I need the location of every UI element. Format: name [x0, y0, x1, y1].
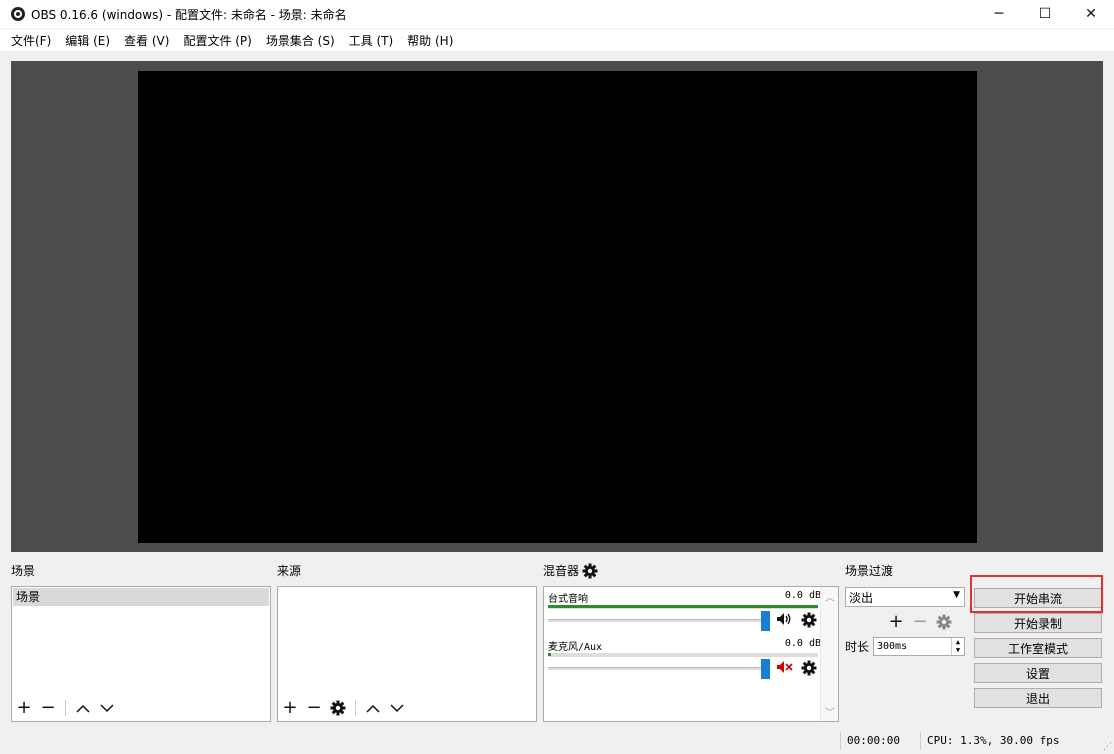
channel-db: 0.0 dB	[784, 590, 821, 601]
scenes-panel: 场景 + −	[11, 586, 271, 722]
menu-file[interactable]: 文件(F)	[4, 32, 58, 49]
menu-view[interactable]: 查看 (V)	[117, 32, 176, 49]
dropdown-arrow-icon: ▼	[953, 590, 960, 600]
spin-buttons[interactable]: ▲ ▼	[951, 638, 964, 655]
volume-slider[interactable]	[548, 667, 764, 670]
settings-button[interactable]: 设置	[974, 663, 1102, 683]
studio-mode-button[interactable]: 工作室模式	[974, 638, 1102, 658]
gear-icon[interactable]	[328, 698, 348, 718]
status-cpu-fps: CPU: 1.3%, 30.00 fps	[927, 734, 1060, 747]
mixer-scrollbar[interactable]: ︿ ﹀	[820, 587, 838, 721]
volume-meter	[548, 653, 818, 657]
resize-grip-icon[interactable]: ⋰	[1103, 742, 1112, 752]
window-title: OBS 0.16.6 (windows) - 配置文件: 未命名 - 场景: 未…	[31, 7, 347, 22]
duration-spinbox[interactable]: 300ms ▲ ▼	[873, 637, 965, 656]
channel-db: 0.0 dB	[784, 638, 821, 649]
menu-tools[interactable]: 工具 (T)	[342, 32, 401, 49]
sources-title: 来源	[277, 564, 302, 578]
volume-meter	[548, 605, 818, 609]
obs-logo-icon	[11, 7, 25, 21]
plus-icon[interactable]: +	[280, 698, 300, 718]
highlight-annotation	[970, 575, 1103, 613]
volume-slider-handle[interactable]	[761, 611, 770, 631]
toolbar-separator	[65, 700, 66, 716]
scroll-down-icon[interactable]: ﹀	[825, 704, 835, 719]
chevron-down-icon[interactable]	[97, 698, 117, 718]
gear-icon[interactable]	[801, 660, 817, 679]
minimize-button[interactable]: ─	[976, 0, 1022, 28]
channel-name: 台式音响	[548, 594, 588, 605]
minus-icon[interactable]: −	[38, 698, 58, 718]
sources-panel: + −	[277, 586, 537, 722]
sources-toolbar: + −	[280, 697, 407, 719]
mixer-title-row: 混音器	[543, 562, 598, 579]
duration-label: 时长	[845, 640, 870, 654]
exit-button[interactable]: 退出	[974, 688, 1102, 708]
scroll-up-icon[interactable]: ︿	[825, 589, 835, 604]
toolbar-separator	[355, 700, 356, 716]
speaker-icon[interactable]	[776, 612, 793, 629]
volume-slider-handle[interactable]	[761, 659, 770, 679]
gear-icon[interactable]	[934, 612, 954, 632]
start-recording-button[interactable]: 开始录制	[974, 613, 1102, 633]
menu-scene-collection[interactable]: 场景集合 (S)	[259, 32, 342, 49]
preview-canvas[interactable]	[138, 71, 977, 543]
minus-icon[interactable]: −	[910, 612, 930, 632]
transitions-toolbar: + −	[886, 611, 954, 633]
scenes-title: 场景	[11, 564, 36, 578]
gear-icon[interactable]	[801, 612, 817, 631]
plus-icon[interactable]: +	[14, 698, 34, 718]
channel-name: 麦克风/Aux	[548, 642, 603, 653]
chevron-up-icon[interactable]	[363, 698, 383, 718]
mixer-panel: 台式音响 0.0 dB 麦克风/Aux 0.0 dB ︿ ﹀	[543, 586, 839, 722]
mixer-title: 混音器	[543, 564, 580, 578]
preview-area	[11, 61, 1103, 552]
close-button[interactable]: ✕	[1068, 0, 1114, 28]
transition-selected: 淡出	[849, 590, 874, 605]
transitions-title: 场景过渡	[845, 564, 894, 578]
plus-icon[interactable]: +	[886, 612, 906, 632]
menu-bar: 文件(F) 编辑 (E) 查看 (V) 配置文件 (P) 场景集合 (S) 工具…	[0, 29, 1114, 51]
chevron-up-icon[interactable]	[73, 698, 93, 718]
status-separator	[840, 732, 841, 750]
status-bar: 00:00:00 CPU: 1.3%, 30.00 fps ⋰	[0, 728, 1114, 754]
menu-edit[interactable]: 编辑 (E)	[58, 32, 117, 49]
duration-value: 300ms	[877, 641, 908, 652]
volume-slider[interactable]	[548, 619, 764, 622]
menu-help[interactable]: 帮助 (H)	[400, 32, 460, 49]
gear-icon[interactable]	[582, 563, 598, 579]
chevron-down-icon[interactable]	[387, 698, 407, 718]
minus-icon[interactable]: −	[304, 698, 324, 718]
status-time: 00:00:00	[847, 734, 900, 747]
title-bar: OBS 0.16.6 (windows) - 配置文件: 未命名 - 场景: 未…	[0, 0, 1114, 28]
speaker-muted-icon[interactable]	[776, 660, 793, 677]
scenes-toolbar: + −	[14, 697, 117, 719]
transition-select[interactable]: 淡出 ▼	[845, 587, 965, 607]
scene-list-item[interactable]: 场景	[13, 588, 269, 606]
maximize-button[interactable]: ☐	[1022, 0, 1068, 28]
menu-profile[interactable]: 配置文件 (P)	[176, 32, 258, 49]
status-separator	[920, 732, 921, 750]
